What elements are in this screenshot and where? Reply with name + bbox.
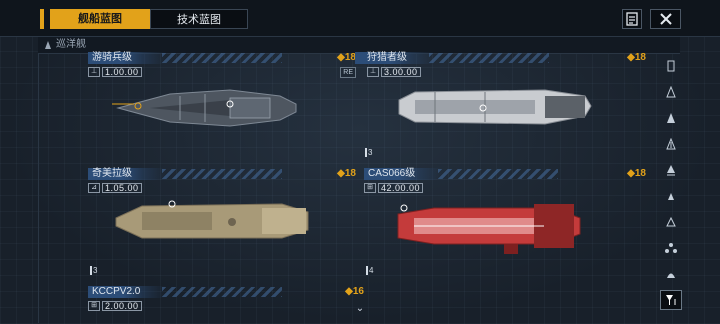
ship-card-ranger[interactable]: 游骑兵级 ◆18 ⊥ 1.00.00 RE xyxy=(88,52,356,152)
ship-rating: ◆18 xyxy=(337,52,356,63)
ship-name: CAS066级 xyxy=(364,168,442,180)
tab-accent-mark xyxy=(40,9,44,29)
ship-cas066-image xyxy=(397,204,581,254)
dome-icon xyxy=(667,273,675,278)
battleship-icon xyxy=(666,216,676,227)
filter-button[interactable] xyxy=(660,290,682,310)
tab-ship-blueprints[interactable]: 舰船蓝图 xyxy=(50,9,150,29)
card-header: CAS066级 ◆18 xyxy=(364,168,646,180)
hull-icon xyxy=(667,60,675,72)
cost-icon: ⊥ xyxy=(367,66,379,77)
build-cost: ⊥ 1.00.00 xyxy=(88,66,142,77)
cost-icon: ⊞ xyxy=(364,182,376,193)
ship-card-kccpv2[interactable]: KCCPV2.0 ◆16 ⊞ 2.00.00 xyxy=(88,286,364,324)
header-stripes xyxy=(438,169,558,179)
ship-name: 游骑兵级 xyxy=(88,52,166,64)
ship-card-cas066[interactable]: CAS066级 ◆18 ⊞ 42.00.00 4 xyxy=(364,168,646,280)
card-header: KCCPV2.0 ◆16 xyxy=(88,286,364,298)
auxiliary-icon xyxy=(665,243,677,253)
class-filter-2[interactable] xyxy=(660,82,682,102)
ship-rating: ◆18 xyxy=(627,52,646,63)
class-filter-7[interactable] xyxy=(660,212,682,232)
filter-icon xyxy=(666,295,676,305)
cruiser-icon xyxy=(666,138,676,150)
notebook-icon xyxy=(626,12,638,26)
ship-chimera-image xyxy=(115,200,309,239)
ship-card-chimera[interactable]: 奇美拉级 ◆18 ⊿ 1.05.00 3 xyxy=(88,168,356,280)
ship-rating: ◆18 xyxy=(337,168,356,179)
header-stripes xyxy=(162,53,282,63)
ship-class-sidebar xyxy=(660,56,684,316)
tab-tech-blueprints[interactable]: 技术蓝图 xyxy=(150,9,248,29)
cost-value: 1.00.00 xyxy=(102,66,142,77)
cost-icon: ⊿ xyxy=(88,182,100,193)
cost-value: 2.00.00 xyxy=(102,300,142,311)
class-filter-8[interactable] xyxy=(660,238,682,258)
top-bar: 舰船蓝图 技术蓝图 xyxy=(0,0,720,37)
ship-level: 4 xyxy=(366,266,373,275)
class-filter-9[interactable] xyxy=(660,264,682,284)
close-button[interactable] xyxy=(650,9,681,29)
build-cost: ⊿ 1.05.00 xyxy=(88,182,142,193)
cost-value: 42.00.00 xyxy=(378,182,424,193)
build-cost: ⊞ 2.00.00 xyxy=(88,300,142,311)
re-badge: RE xyxy=(340,67,356,78)
ship-level: 3 xyxy=(365,148,372,157)
class-filter-4[interactable] xyxy=(660,134,682,154)
destroyer-icon xyxy=(667,113,675,123)
ship-name: 奇美拉级 xyxy=(88,168,166,180)
battlecruiser-icon xyxy=(667,165,675,176)
close-icon xyxy=(659,13,672,25)
header-stripes xyxy=(162,169,282,179)
build-cost: ⊞ 42.00.00 xyxy=(364,182,424,193)
class-filter-5[interactable] xyxy=(660,160,682,180)
ship-name: KCCPV2.0 xyxy=(88,286,166,298)
class-filter-6[interactable] xyxy=(660,186,682,206)
ship-ranger-image xyxy=(112,89,297,127)
carrier-icon xyxy=(668,193,674,200)
card-header: 游骑兵级 ◆18 xyxy=(88,52,356,64)
cost-value: 1.05.00 xyxy=(102,182,142,193)
header-stripes xyxy=(429,53,549,63)
class-filter-3[interactable] xyxy=(660,108,682,128)
frigate-icon xyxy=(666,86,676,98)
card-header: 奇美拉级 ◆18 xyxy=(88,168,356,180)
chevron-down-icon[interactable]: ⌄ xyxy=(352,304,368,314)
ship-rating: ◆16 xyxy=(345,286,364,297)
ship-card-hunter[interactable]: 狩猎者级 ◆18 ⊥ 3.00.00 3 xyxy=(355,52,646,162)
header-stripes xyxy=(162,287,282,297)
ship-hunter-image xyxy=(398,89,592,125)
cost-value: 3.00.00 xyxy=(381,66,421,77)
ship-level: 3 xyxy=(90,266,97,275)
ship-name: 狩猎者级 xyxy=(355,52,435,64)
build-cost: ⊥ 3.00.00 xyxy=(367,66,421,77)
class-filter-1[interactable] xyxy=(660,56,682,76)
card-header: 狩猎者级 ◆18 xyxy=(355,52,646,64)
left-divider xyxy=(38,53,39,323)
cost-icon: ⊞ xyxy=(88,300,100,311)
ship-class-icon xyxy=(45,41,51,49)
notebook-button[interactable] xyxy=(622,9,642,29)
ship-rating: ◆18 xyxy=(627,168,646,179)
section-title: 巡洋舰 xyxy=(56,39,86,50)
cost-icon: ⊥ xyxy=(88,66,100,77)
